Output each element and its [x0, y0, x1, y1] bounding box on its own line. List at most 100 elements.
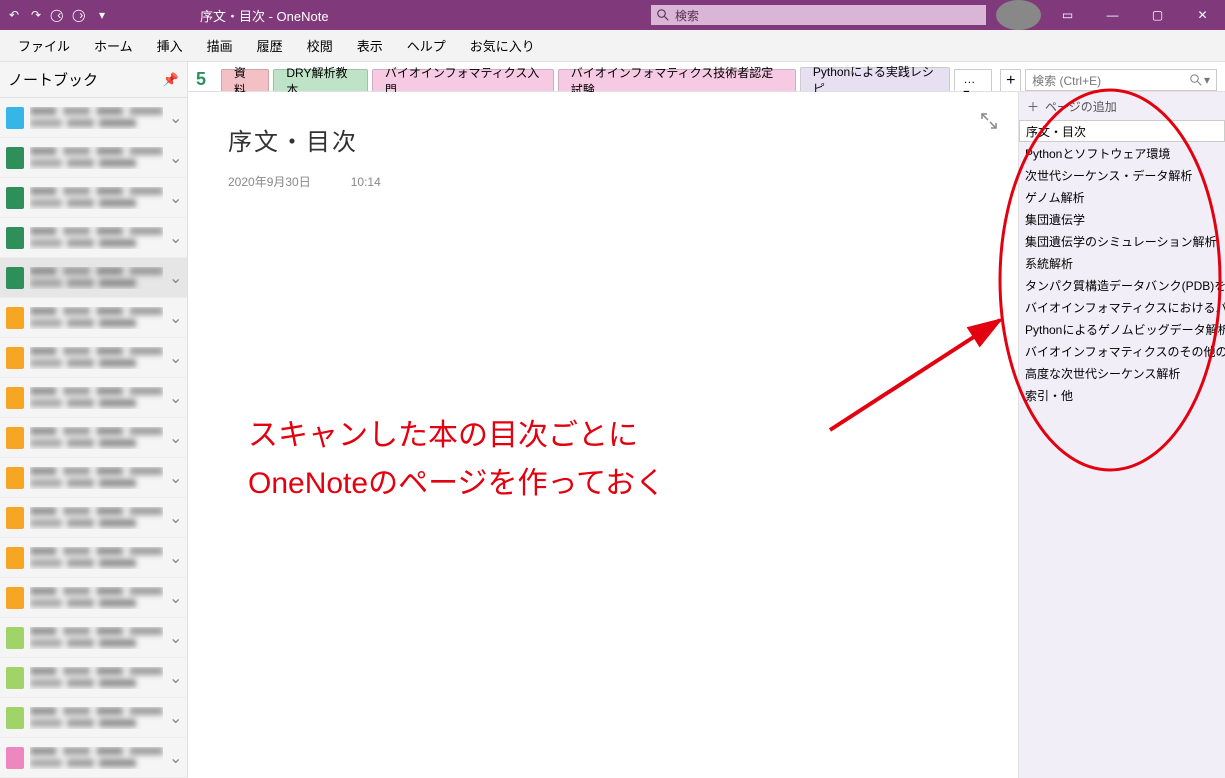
chevron-down-icon[interactable]: ⌄: [169, 748, 181, 768]
page-item[interactable]: 高度な次世代シーケンス解析: [1019, 362, 1225, 384]
notebook-color-icon: [6, 427, 24, 449]
notebook-label: [30, 107, 163, 129]
quick-access-toolbar: ↶ ↷ ◯‹ ◯› ▾: [0, 7, 110, 23]
notebook-item[interactable]: ⌄: [0, 298, 187, 338]
notebook-color-icon: [6, 307, 24, 329]
pin-icon[interactable]: 📌: [163, 72, 179, 88]
page-search[interactable]: 検索 (Ctrl+E) ▾: [1025, 69, 1217, 91]
chevron-down-icon[interactable]: ⌄: [169, 268, 181, 288]
menu-表示[interactable]: 表示: [345, 30, 395, 61]
undo-icon[interactable]: ↶: [6, 7, 22, 23]
page-item[interactable]: バイオインフォマティクスにおけるパイプライ: [1019, 296, 1225, 318]
notebook-item[interactable]: ⌄: [0, 658, 187, 698]
menu-ホーム[interactable]: ホーム: [82, 30, 145, 61]
section-tab[interactable]: DRY解析教本: [273, 69, 367, 91]
notebook-label: [30, 347, 163, 369]
notebook-item[interactable]: ⌄: [0, 338, 187, 378]
chevron-down-icon[interactable]: ⌄: [169, 108, 181, 128]
page-item[interactable]: 索引・他: [1019, 384, 1225, 406]
notebook-label: [30, 467, 163, 489]
titlebar-search[interactable]: 検索: [651, 5, 986, 25]
page-search-placeholder: 検索 (Ctrl+E): [1032, 72, 1101, 89]
chevron-down-icon[interactable]: ⌄: [169, 468, 181, 488]
section-tab[interactable]: Pythonによる実践レシピ: [800, 67, 951, 91]
chevron-down-icon[interactable]: ⌄: [169, 628, 181, 648]
more-tabs-button[interactable]: … ▾: [954, 69, 992, 91]
notebook-item[interactable]: ⌄: [0, 378, 187, 418]
notebook-color-icon: [6, 587, 24, 609]
page-item[interactable]: バイオインフォマティクスのその他のトピック: [1019, 340, 1225, 362]
close-icon[interactable]: ✕: [1180, 0, 1225, 30]
chevron-down-icon[interactable]: ⌄: [169, 428, 181, 448]
notebook-label: [30, 587, 163, 609]
notebook-color-icon: [6, 507, 24, 529]
page-canvas[interactable]: 序文・目次 2020年9月30日10:14 スキャンした本の目次ごとに OneN…: [188, 92, 1018, 778]
menu-挿入[interactable]: 挿入: [145, 30, 195, 61]
section-tab[interactable]: バイオインフォマティクス技術者認定試験: [558, 69, 796, 91]
page-item[interactable]: ゲノム解析: [1019, 186, 1225, 208]
notebook-item[interactable]: ⌄: [0, 258, 187, 298]
add-section-button[interactable]: +: [1000, 69, 1021, 91]
page-date: 2020年9月30日10:14: [228, 173, 978, 190]
page-item[interactable]: 序文・目次: [1019, 120, 1225, 142]
notebook-item[interactable]: ⌄: [0, 98, 187, 138]
notebook-item[interactable]: ⌄: [0, 498, 187, 538]
page-item[interactable]: 集団遺伝学: [1019, 208, 1225, 230]
chevron-down-icon[interactable]: ⌄: [169, 588, 181, 608]
chevron-down-icon[interactable]: ⌄: [169, 228, 181, 248]
search-icon: [1190, 74, 1202, 86]
chevron-down-icon[interactable]: ⌄: [169, 508, 181, 528]
add-page-button[interactable]: ＋ ページの追加: [1019, 92, 1225, 120]
fullscreen-icon[interactable]: [980, 112, 998, 130]
chevron-down-icon[interactable]: ⌄: [169, 388, 181, 408]
notebook-item[interactable]: ⌄: [0, 178, 187, 218]
menu-ヘルプ[interactable]: ヘルプ: [395, 30, 458, 61]
section-tabs: 5 資料DRY解析教本バイオインフォマティクス入門バイオインフォマティクス技術者…: [188, 62, 1225, 92]
menu-履歴[interactable]: 履歴: [245, 30, 295, 61]
notebook-item[interactable]: ⌄: [0, 418, 187, 458]
chevron-down-icon[interactable]: ⌄: [169, 668, 181, 688]
notebook-item[interactable]: ⌄: [0, 698, 187, 738]
back-icon[interactable]: ◯‹: [50, 7, 66, 23]
section-tab[interactable]: 資料: [221, 69, 269, 91]
notebook-label: [30, 667, 163, 689]
menu-お気に入り[interactable]: お気に入り: [458, 30, 547, 61]
chevron-down-icon[interactable]: ⌄: [169, 348, 181, 368]
notebook-item[interactable]: ⌄: [0, 738, 187, 778]
page-item[interactable]: 系統解析: [1019, 252, 1225, 274]
plus-icon: ＋: [1027, 98, 1039, 115]
redo-icon[interactable]: ↷: [28, 7, 44, 23]
qat-dropdown-icon[interactable]: ▾: [94, 7, 110, 23]
notebook-item[interactable]: ⌄: [0, 138, 187, 178]
page-item[interactable]: 次世代シーケンス・データ解析: [1019, 164, 1225, 186]
section-tab[interactable]: バイオインフォマティクス入門: [372, 69, 554, 91]
notebook-color-icon: [6, 667, 24, 689]
page-title[interactable]: 序文・目次: [228, 122, 978, 157]
notebook-item[interactable]: ⌄: [0, 218, 187, 258]
ribbon-toggle-icon[interactable]: ▭: [1045, 0, 1090, 30]
chevron-down-icon[interactable]: ⌄: [169, 308, 181, 328]
menu-描画[interactable]: 描画: [195, 30, 245, 61]
chevron-down-icon[interactable]: ⌄: [169, 188, 181, 208]
chevron-down-icon[interactable]: ⌄: [169, 548, 181, 568]
forward-icon[interactable]: ◯›: [72, 7, 88, 23]
page-item[interactable]: Pythonによるゲノムビッグデータ解析: [1019, 318, 1225, 340]
chevron-down-icon[interactable]: ⌄: [169, 148, 181, 168]
user-avatar[interactable]: [996, 0, 1041, 30]
menu-ファイル[interactable]: ファイル: [6, 30, 82, 61]
notebook-color-icon: [6, 347, 24, 369]
menu-校閲[interactable]: 校閲: [295, 30, 345, 61]
notebook-item[interactable]: ⌄: [0, 458, 187, 498]
notebook-color-icon: [6, 467, 24, 489]
page-item[interactable]: タンパク質構造データバンク(PDB)を使: [1019, 274, 1225, 296]
notebook-item[interactable]: ⌄: [0, 578, 187, 618]
page-item[interactable]: 集団遺伝学のシミュレーション解析: [1019, 230, 1225, 252]
minimize-icon[interactable]: —: [1090, 0, 1135, 30]
page-item[interactable]: Pythonとソフトウェア環境: [1019, 142, 1225, 164]
notebook-item[interactable]: ⌄: [0, 538, 187, 578]
notebook-item[interactable]: ⌄: [0, 618, 187, 658]
maximize-icon[interactable]: ▢: [1135, 0, 1180, 30]
notebook-label: [30, 427, 163, 449]
notebook-label: [30, 307, 163, 329]
chevron-down-icon[interactable]: ⌄: [169, 708, 181, 728]
